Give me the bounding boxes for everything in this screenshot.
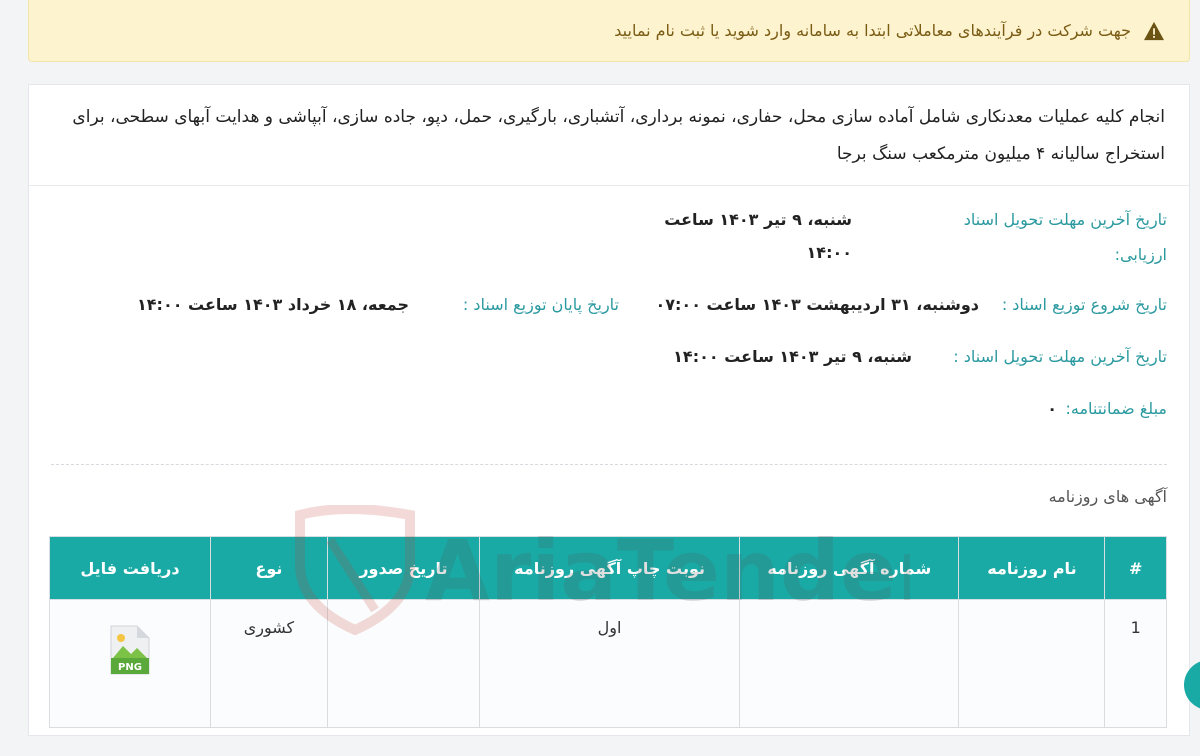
cell-print-turn: اول <box>478 599 741 728</box>
header-newspaper-name: نام روزنامه <box>958 536 1106 600</box>
header-file-download: دریافت فایل <box>49 536 211 600</box>
guarantee-label: مبلغ ضمانتنامه: <box>1065 399 1167 418</box>
dist-end-label: تاریخ پایان توزیع اسناد : <box>462 295 619 314</box>
cell-index: 1 <box>1104 599 1167 728</box>
table-row: 1 اول کشوری PNG <box>49 599 1167 728</box>
cell-file-download: PNG <box>49 599 211 728</box>
doc-deadline-value: شنبه، ۹ تیر ۱۴۰۳ ساعت ۱۴:۰۰ <box>673 347 912 366</box>
cell-type: کشوری <box>209 599 328 728</box>
tender-description: انجام کلیه عملیات معدنکاری شامل آماده سا… <box>29 85 1189 186</box>
eval-deadline-value-2: ۱۴:۰۰ <box>806 243 852 262</box>
header-issue-date: تاریخ صدور <box>326 536 481 600</box>
header-ad-number: شماره آگهی روزنامه <box>739 536 960 600</box>
header-print-turn: نوبت چاپ آگهی روزنامه <box>478 536 741 600</box>
cell-newspaper-name <box>958 599 1106 728</box>
guarantee-value: ۰ <box>1047 399 1057 418</box>
doc-deadline-label: تاریخ آخرین مهلت تحویل اسناد : <box>953 347 1167 366</box>
table-header-row: # نام روزنامه شماره آگهی روزنامه نوبت چا… <box>49 536 1167 600</box>
dist-start-value: دوشنبه، ۳۱ اردیبهشت ۱۴۰۳ ساعت ۰۷:۰۰ <box>655 295 980 314</box>
warning-icon <box>1144 21 1164 40</box>
login-alert: جهت شرکت در فرآیندهای معاملاتی ابتدا به … <box>28 0 1190 62</box>
dist-start-label: تاریخ شروع توزیع اسناد : <box>1001 295 1167 314</box>
eval-deadline-value-1: شنبه، ۹ تیر ۱۴۰۳ ساعت <box>664 210 852 229</box>
cell-issue-date <box>326 599 481 728</box>
newspaper-section-title: آگهی های روزنامه <box>1048 487 1167 506</box>
section-divider <box>51 464 1167 465</box>
newspaper-table: # نام روزنامه شماره آگهی روزنامه نوبت چا… <box>49 536 1167 728</box>
header-type: نوع <box>209 536 328 600</box>
dist-end-value: جمعه، ۱۸ خرداد ۱۴۰۳ ساعت ۱۴:۰۰ <box>137 295 409 314</box>
png-file-label: PNG <box>118 662 142 673</box>
alert-text: جهت شرکت در فرآیندهای معاملاتی ابتدا به … <box>614 21 1131 40</box>
header-index: # <box>1104 536 1167 600</box>
cell-ad-number <box>739 599 960 728</box>
png-file-icon[interactable]: PNG <box>109 624 151 676</box>
eval-deadline-label-2: ارزیابی: <box>1114 245 1167 264</box>
tender-card: انجام کلیه عملیات معدنکاری شامل آماده سا… <box>28 84 1190 736</box>
eval-deadline-label-1: تاریخ آخرین مهلت تحویل اسناد <box>963 210 1167 229</box>
